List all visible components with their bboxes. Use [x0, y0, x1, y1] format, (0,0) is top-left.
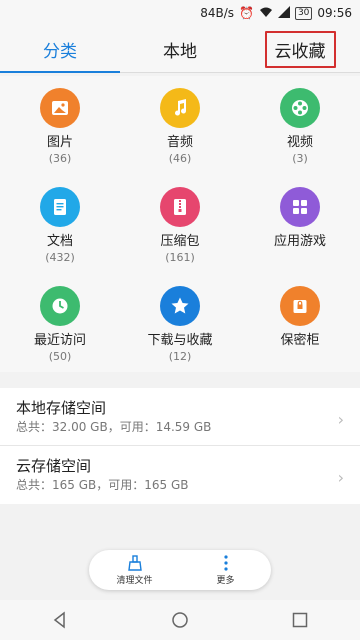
star-icon: [160, 286, 200, 326]
storage-list: 本地存储空间 总共：32.00 GB，可用：14.59 GB › 云存储空间 总…: [0, 388, 360, 504]
category-audio[interactable]: 音频 (46): [120, 76, 240, 175]
status-bar: 84B/s ⏰ 30 09:56: [0, 0, 360, 26]
tab-local[interactable]: 本地: [120, 26, 240, 72]
signal-icon: [277, 5, 290, 21]
music-note-icon: [160, 88, 200, 128]
document-icon: [40, 187, 80, 227]
highlight-box: 云收藏: [264, 30, 336, 68]
film-reel-icon: [280, 88, 320, 128]
zip-icon: [160, 187, 200, 227]
image-icon: [40, 88, 80, 128]
category-documents[interactable]: 文档 (432): [0, 175, 120, 274]
cloud-storage-item[interactable]: 云存储空间 总共：165 GB，可用：165 GB ›: [0, 446, 360, 504]
wifi-icon: [259, 6, 273, 21]
tab-bar: 分类 本地 云收藏: [0, 26, 360, 73]
category-apps-games[interactable]: 应用游戏: [240, 175, 360, 274]
chevron-right-icon: ›: [337, 410, 344, 429]
apps-grid-icon: [280, 187, 320, 227]
home-icon[interactable]: [170, 610, 190, 630]
clock-time: 09:56: [317, 6, 352, 20]
back-icon[interactable]: [50, 610, 70, 630]
system-navigation-bar: [0, 600, 360, 640]
lock-icon: [280, 286, 320, 326]
category-downloads-favorites[interactable]: 下载与收藏 (12): [120, 274, 240, 373]
category-recent[interactable]: 最近访问 (50): [0, 274, 120, 373]
chevron-right-icon: ›: [337, 468, 344, 487]
battery-indicator: 30: [294, 6, 313, 20]
more-vertical-icon: [223, 554, 228, 571]
clean-files-button[interactable]: 清理文件: [89, 550, 180, 590]
alarm-icon: ⏰: [239, 6, 254, 20]
category-archives[interactable]: 压缩包 (161): [120, 175, 240, 274]
category-safe[interactable]: 保密柜: [240, 274, 360, 373]
broom-icon: [127, 554, 142, 571]
network-speed: 84B/s: [200, 6, 234, 20]
recents-icon[interactable]: [290, 610, 310, 630]
category-images[interactable]: 图片 (36): [0, 76, 120, 175]
more-button[interactable]: 更多: [180, 550, 271, 590]
category-video[interactable]: 视频 (3): [240, 76, 360, 175]
clock-icon: [40, 286, 80, 326]
tab-cloud-favorites[interactable]: 云收藏: [240, 26, 360, 72]
category-grid: 图片 (36) 音频 (46) 视频 (3) 文档 (432) 压缩包 (161…: [0, 76, 360, 372]
tab-categories[interactable]: 分类: [0, 26, 120, 73]
floating-action-bar: 清理文件 更多: [89, 550, 271, 590]
local-storage-item[interactable]: 本地存储空间 总共：32.00 GB，可用：14.59 GB ›: [0, 388, 360, 446]
